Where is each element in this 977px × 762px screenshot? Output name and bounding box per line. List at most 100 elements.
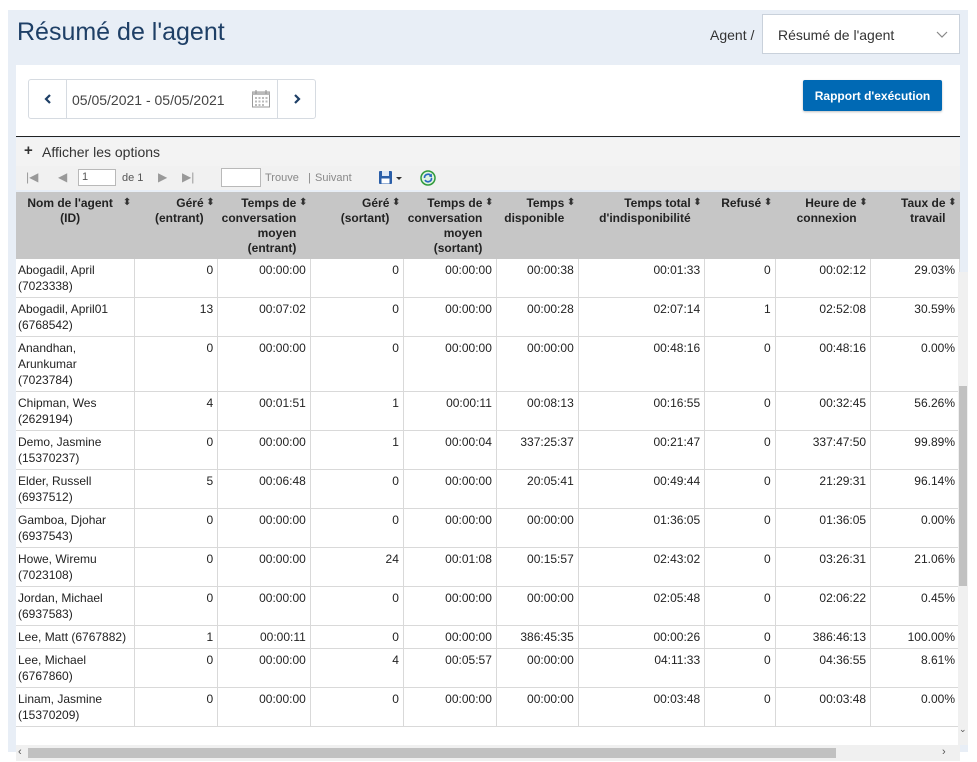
table-cell: 0 xyxy=(704,586,776,626)
calendar-icon[interactable] xyxy=(251,89,271,109)
agent-name-cell: Demo, Jasmine (15370237) xyxy=(16,430,135,470)
table-cell: 0 xyxy=(310,259,404,298)
sort-icon[interactable]: ⬍ xyxy=(392,195,400,210)
report-pager: |◀ ◀ 1 de 1 ▶ ▶| Trouve | Suivant xyxy=(16,166,960,190)
show-options-label: Afficher les options xyxy=(42,144,161,160)
find-next-link[interactable]: Suivant xyxy=(315,172,352,184)
last-page-icon[interactable]: ▶| xyxy=(182,170,194,184)
column-header[interactable]: Taux de travail ⬍ xyxy=(870,192,960,259)
report-select-dropdown[interactable]: Résumé de l'agent xyxy=(762,14,960,54)
title-bar: Résumé de l'agent Agent / Résumé de l'ag… xyxy=(8,10,968,58)
run-report-button[interactable]: Rapport d'exécution xyxy=(803,80,942,111)
table-cell: 0 xyxy=(704,547,776,587)
column-header[interactable]: Temps disponible ⬍ xyxy=(496,192,579,259)
table-cell: 02:06:22 xyxy=(775,586,872,626)
find-text-input[interactable] xyxy=(221,168,261,187)
chevron-left-icon xyxy=(43,94,51,104)
sort-icon[interactable]: ⬍ xyxy=(206,195,214,210)
table-cell: 02:07:14 xyxy=(578,297,706,337)
table-cell: 0 xyxy=(134,259,219,298)
page-number-input[interactable]: 1 xyxy=(78,169,116,186)
next-page-icon[interactable]: ▶ xyxy=(158,170,167,184)
sort-icon[interactable]: ⬍ xyxy=(567,195,575,210)
sort-icon[interactable]: ⬍ xyxy=(764,195,772,210)
scroll-left-icon[interactable]: ‹ xyxy=(18,746,22,758)
table-cell: 04:11:33 xyxy=(578,648,706,688)
find-separator: | xyxy=(308,172,311,184)
column-header[interactable]: Géré (entrant) ⬍ xyxy=(134,192,218,259)
agent-name-cell: Jordan, Michael (6937583) xyxy=(16,586,135,626)
show-options-toggle[interactable]: + Afficher les options xyxy=(16,138,960,166)
chevron-down-icon xyxy=(936,31,948,38)
column-header[interactable]: Temps de conversation moyen (entrant) ⬍ xyxy=(217,192,311,259)
table-cell: 0 xyxy=(310,687,404,727)
page-title: Résumé de l'agent xyxy=(17,18,225,46)
find-link[interactable]: Trouve xyxy=(265,172,299,184)
table-cell: 0 xyxy=(134,687,219,727)
agent-name-cell: Elder, Russell (6937512) xyxy=(16,469,135,509)
table-cell: 00:07:02 xyxy=(217,297,311,337)
horizontal-scrollbar[interactable]: ‹ › xyxy=(16,745,960,761)
date-range-input[interactable]: 05/05/2021 - 05/05/2021 xyxy=(72,92,225,108)
breadcrumb-agent[interactable]: Agent / xyxy=(710,27,754,43)
column-header[interactable]: Nom de l'agent (ID) ⬍ xyxy=(16,192,135,259)
table-body: Abogadil, April (7023338) 0 00:00:00 0 00:00… xyxy=(16,259,960,727)
table-cell: 0.00% xyxy=(870,687,960,727)
sort-icon[interactable]: ⬍ xyxy=(948,195,956,210)
column-header[interactable]: Temps de conversation moyen (sortant) ⬍ xyxy=(403,192,497,259)
column-header-label: Taux de travail xyxy=(901,196,946,225)
page-count-label: de 1 xyxy=(122,172,144,184)
table-row: Linam, Jasmine (15370209) 0 00:00:00 0 00:00… xyxy=(16,687,960,727)
table-cell: 00:49:44 xyxy=(578,469,706,509)
table-cell: 386:46:13 xyxy=(775,625,872,649)
vertical-scrollbar[interactable]: ⌄ xyxy=(958,272,968,745)
table-cell: 00:00:00 xyxy=(217,687,311,727)
table-cell: 00:03:48 xyxy=(578,687,706,727)
sort-icon[interactable]: ⬍ xyxy=(485,195,493,210)
scroll-right-icon[interactable]: › xyxy=(942,746,946,758)
table-cell: 04:36:55 xyxy=(775,648,872,688)
table-row: Abogadil, April01 (6768542) 13 00:07:02 0 00… xyxy=(16,297,960,337)
column-header-label: Temps disponible xyxy=(504,196,565,225)
vertical-scroll-thumb[interactable] xyxy=(959,386,967,586)
sort-icon[interactable]: ⬍ xyxy=(693,195,701,210)
agent-name-cell: Linam, Jasmine (15370209) xyxy=(16,687,135,727)
table-cell: 0 xyxy=(704,391,776,431)
table-cell: 0 xyxy=(134,648,219,688)
sort-icon[interactable]: ⬍ xyxy=(123,195,131,210)
column-header[interactable]: Géré (sortant) ⬍ xyxy=(310,192,404,259)
first-page-icon[interactable]: |◀ xyxy=(26,170,38,184)
table-cell: 00:00:26 xyxy=(578,625,706,649)
export-icon[interactable] xyxy=(378,170,404,186)
table-header-row: Nom de l'agent (ID) ⬍ Géré (entrant) ⬍ Temps… xyxy=(16,192,960,259)
next-date-button[interactable] xyxy=(277,80,315,118)
agent-name-cell: Gamboa, Djohar (6937543) xyxy=(16,508,135,548)
table-cell: 00:00:00 xyxy=(403,259,497,298)
column-header[interactable]: Refusé ⬍ xyxy=(704,192,776,259)
table-cell: 4 xyxy=(310,648,404,688)
table-cell: 21.06% xyxy=(870,547,960,587)
table-cell: 00:00:00 xyxy=(217,430,311,470)
table-cell: 00:00:00 xyxy=(217,259,311,298)
chevron-right-icon xyxy=(293,94,301,104)
horizontal-scroll-thumb[interactable] xyxy=(28,748,836,758)
refresh-icon[interactable] xyxy=(419,169,437,187)
report-frame: Résumé de l'agent Agent / Résumé de l'ag… xyxy=(8,10,968,761)
previous-page-icon[interactable]: ◀ xyxy=(58,170,67,184)
table-cell: 00:00:00 xyxy=(403,336,497,392)
table-cell: 00:16:55 xyxy=(578,391,706,431)
sort-icon[interactable]: ⬍ xyxy=(859,195,867,210)
column-header-label: Heure de connexion xyxy=(796,196,857,225)
table-cell: 00:01:08 xyxy=(403,547,497,587)
table-cell: 0 xyxy=(310,508,404,548)
column-header[interactable]: Temps total d'indisponibilité ⬍ xyxy=(578,192,705,259)
scroll-down-icon[interactable]: ⌄ xyxy=(959,724,967,735)
table-cell: 0 xyxy=(704,430,776,470)
sort-icon[interactable]: ⬍ xyxy=(299,195,307,210)
table-cell: 00:00:00 xyxy=(403,469,497,509)
column-header[interactable]: Heure de connexion ⬍ xyxy=(775,192,871,259)
table-cell: 21:29:31 xyxy=(775,469,872,509)
table-cell: 0 xyxy=(704,336,776,392)
table-cell: 00:00:00 xyxy=(496,586,579,626)
previous-date-button[interactable] xyxy=(29,80,67,118)
